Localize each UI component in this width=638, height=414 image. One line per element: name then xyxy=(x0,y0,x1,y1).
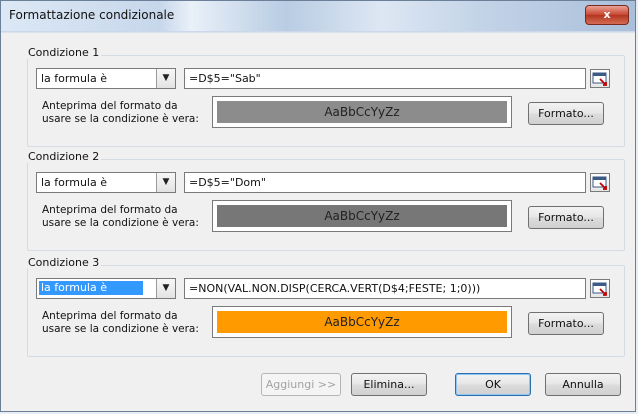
condition-3-type-value: la formula è xyxy=(39,281,143,295)
condition-1-formula-text: =D$5="Sab" xyxy=(189,72,261,85)
ok-button[interactable]: OK xyxy=(455,373,531,396)
condition-3-group: Condizione 3 la formula è ▼ =NON(VAL.NON… xyxy=(26,256,625,357)
condition-3-formula-input[interactable]: =NON(VAL.NON.DISP(CERCA.VERT(D$4;FESTE; … xyxy=(184,278,586,299)
condition-2-formula-input[interactable]: =D$5="Dom" xyxy=(184,172,586,193)
condition-1-type-value: la formula è xyxy=(41,72,107,85)
chevron-down-icon[interactable]: ▼ xyxy=(156,173,175,192)
condition-2-preview-swatch: AaBbCcYyZz xyxy=(217,205,507,227)
condition-1-formula-input[interactable]: =D$5="Sab" xyxy=(184,68,586,89)
close-button[interactable]: x xyxy=(585,5,629,25)
condition-3-format-button[interactable]: Formato... xyxy=(528,312,604,335)
condition-2-preview-label: Anteprima del formato da usare se la con… xyxy=(42,204,199,229)
chevron-down-icon[interactable]: ▼ xyxy=(156,279,175,298)
chevron-down-icon[interactable]: ▼ xyxy=(156,69,175,88)
condition-2-type-select[interactable]: la formula è ▼ xyxy=(36,172,176,193)
collapse-dialog-icon[interactable] xyxy=(590,69,610,88)
dialog-body: Condizione 1 la formula è ▼ =D$5="Sab" A… xyxy=(7,33,629,405)
condition-2-preview-box: AaBbCcYyZz xyxy=(212,200,512,232)
condition-3-type-select[interactable]: la formula è ▼ xyxy=(36,278,176,299)
condition-2-type-value: la formula è xyxy=(41,176,107,189)
condition-2-label: Condizione 2 xyxy=(26,150,102,163)
condition-1-preview-box: AaBbCcYyZz xyxy=(212,96,512,128)
condition-1-preview-swatch: AaBbCcYyZz xyxy=(217,101,507,123)
dialog-title: Formattazione condizionale xyxy=(9,8,175,22)
condition-3-preview-label: Anteprima del formato da usare se la con… xyxy=(42,310,199,335)
conditional-formatting-dialog: Formattazione condizionale x Condizione … xyxy=(0,0,636,412)
cancel-button[interactable]: Annulla xyxy=(545,373,621,396)
title-bar[interactable]: Formattazione condizionale x xyxy=(1,1,635,31)
condition-2-group: Condizione 2 la formula è ▼ =D$5="Dom" A… xyxy=(26,150,625,251)
condition-1-group: Condizione 1 la formula è ▼ =D$5="Sab" A… xyxy=(26,46,625,147)
condition-2-formula-text: =D$5="Dom" xyxy=(189,176,266,189)
condition-1-type-select[interactable]: la formula è ▼ xyxy=(36,68,176,89)
condition-3-preview-swatch: AaBbCcYyZz xyxy=(217,311,507,333)
collapse-dialog-icon[interactable] xyxy=(590,173,610,192)
condition-2-format-button[interactable]: Formato... xyxy=(528,206,604,229)
condition-1-preview-label: Anteprima del formato da usare se la con… xyxy=(42,100,199,125)
condition-1-label: Condizione 1 xyxy=(26,46,102,59)
condition-3-formula-text: =NON(VAL.NON.DISP(CERCA.VERT(D$4;FESTE; … xyxy=(189,282,481,295)
delete-button[interactable]: Elimina... xyxy=(351,373,427,396)
add-button[interactable]: Aggiungi >> xyxy=(261,373,341,396)
condition-3-preview-box: AaBbCcYyZz xyxy=(212,306,512,338)
condition-1-format-button[interactable]: Formato... xyxy=(528,102,604,125)
condition-3-label: Condizione 3 xyxy=(26,256,102,269)
collapse-dialog-icon[interactable] xyxy=(590,279,610,298)
